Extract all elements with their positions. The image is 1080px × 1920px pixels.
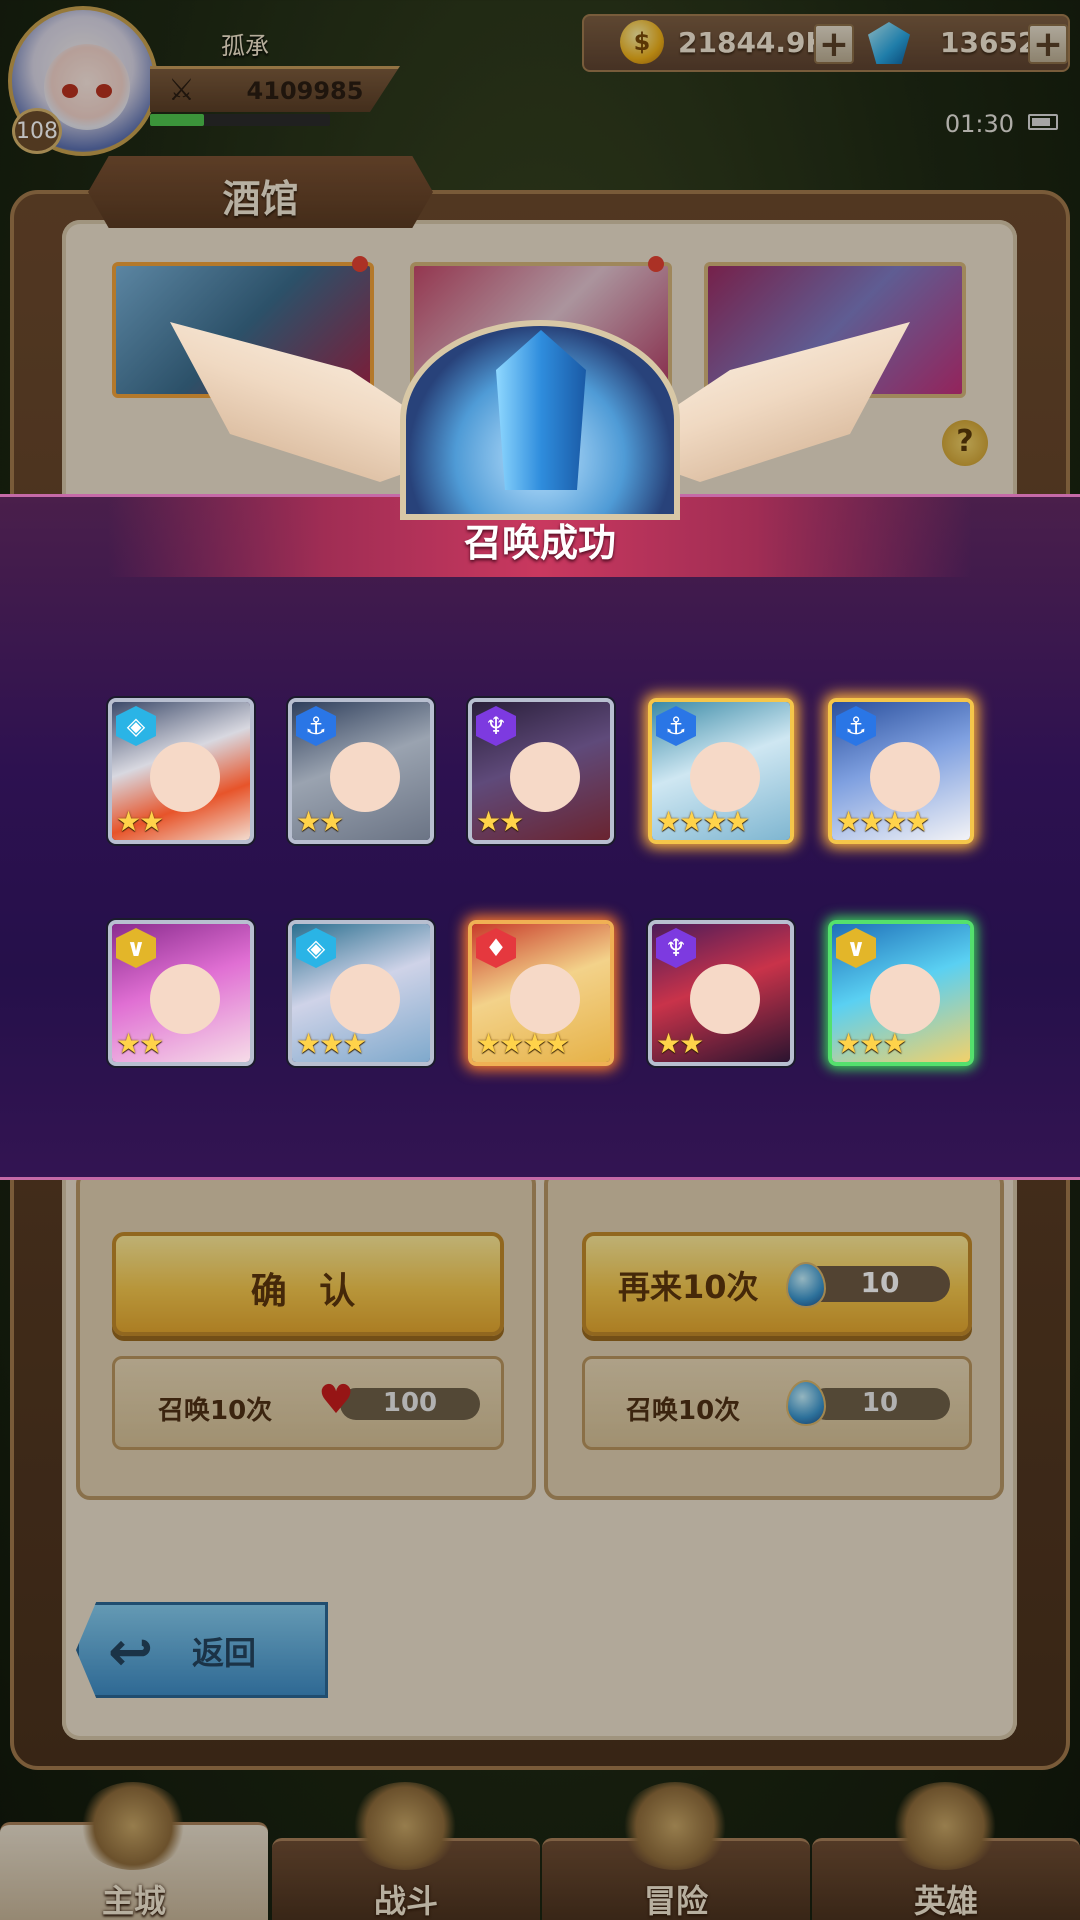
- hero-result-card[interactable]: ♦ ★★★★: [468, 920, 614, 1066]
- hero-face: [330, 742, 400, 812]
- hero-star-rating: ★★: [116, 805, 164, 838]
- hero-star-rating: ★★: [656, 1027, 704, 1060]
- hero-face: [870, 964, 940, 1034]
- hero-result-card[interactable]: ♆ ★★: [648, 920, 794, 1066]
- hero-face: [510, 964, 580, 1034]
- hero-star-rating: ★★: [116, 1027, 164, 1060]
- hero-face: [870, 742, 940, 812]
- hero-result-card[interactable]: ⚓ ★★★★: [648, 698, 794, 844]
- hero-result-card[interactable]: ⚓ ★★★★: [828, 698, 974, 844]
- hero-result-card[interactable]: ◈ ★★★: [288, 920, 434, 1066]
- hero-result-card[interactable]: ◈ ★★: [108, 698, 254, 844]
- hero-star-rating: ★★: [296, 805, 344, 838]
- summon-result-title: 召唤成功: [463, 521, 616, 565]
- hero-star-rating: ★★★: [836, 1027, 907, 1060]
- hero-face: [330, 964, 400, 1034]
- hero-result-card[interactable]: ♆ ★★: [468, 698, 614, 844]
- hero-face: [690, 964, 760, 1034]
- hero-face: [510, 742, 580, 812]
- hero-result-card[interactable]: ∨ ★★: [108, 920, 254, 1066]
- hero-face: [150, 742, 220, 812]
- hero-result-card[interactable]: ∨ ★★★: [828, 920, 974, 1066]
- hero-star-rating: ★★★★: [476, 1027, 570, 1060]
- hero-star-rating: ★★★★: [656, 805, 750, 838]
- hero-star-rating: ★★★: [296, 1027, 367, 1060]
- hero-face: [690, 742, 760, 812]
- hero-star-rating: ★★: [476, 805, 524, 838]
- hero-face: [150, 964, 220, 1034]
- hero-result-card[interactable]: ⚓ ★★: [288, 698, 434, 844]
- hero-star-rating: ★★★★: [836, 805, 930, 838]
